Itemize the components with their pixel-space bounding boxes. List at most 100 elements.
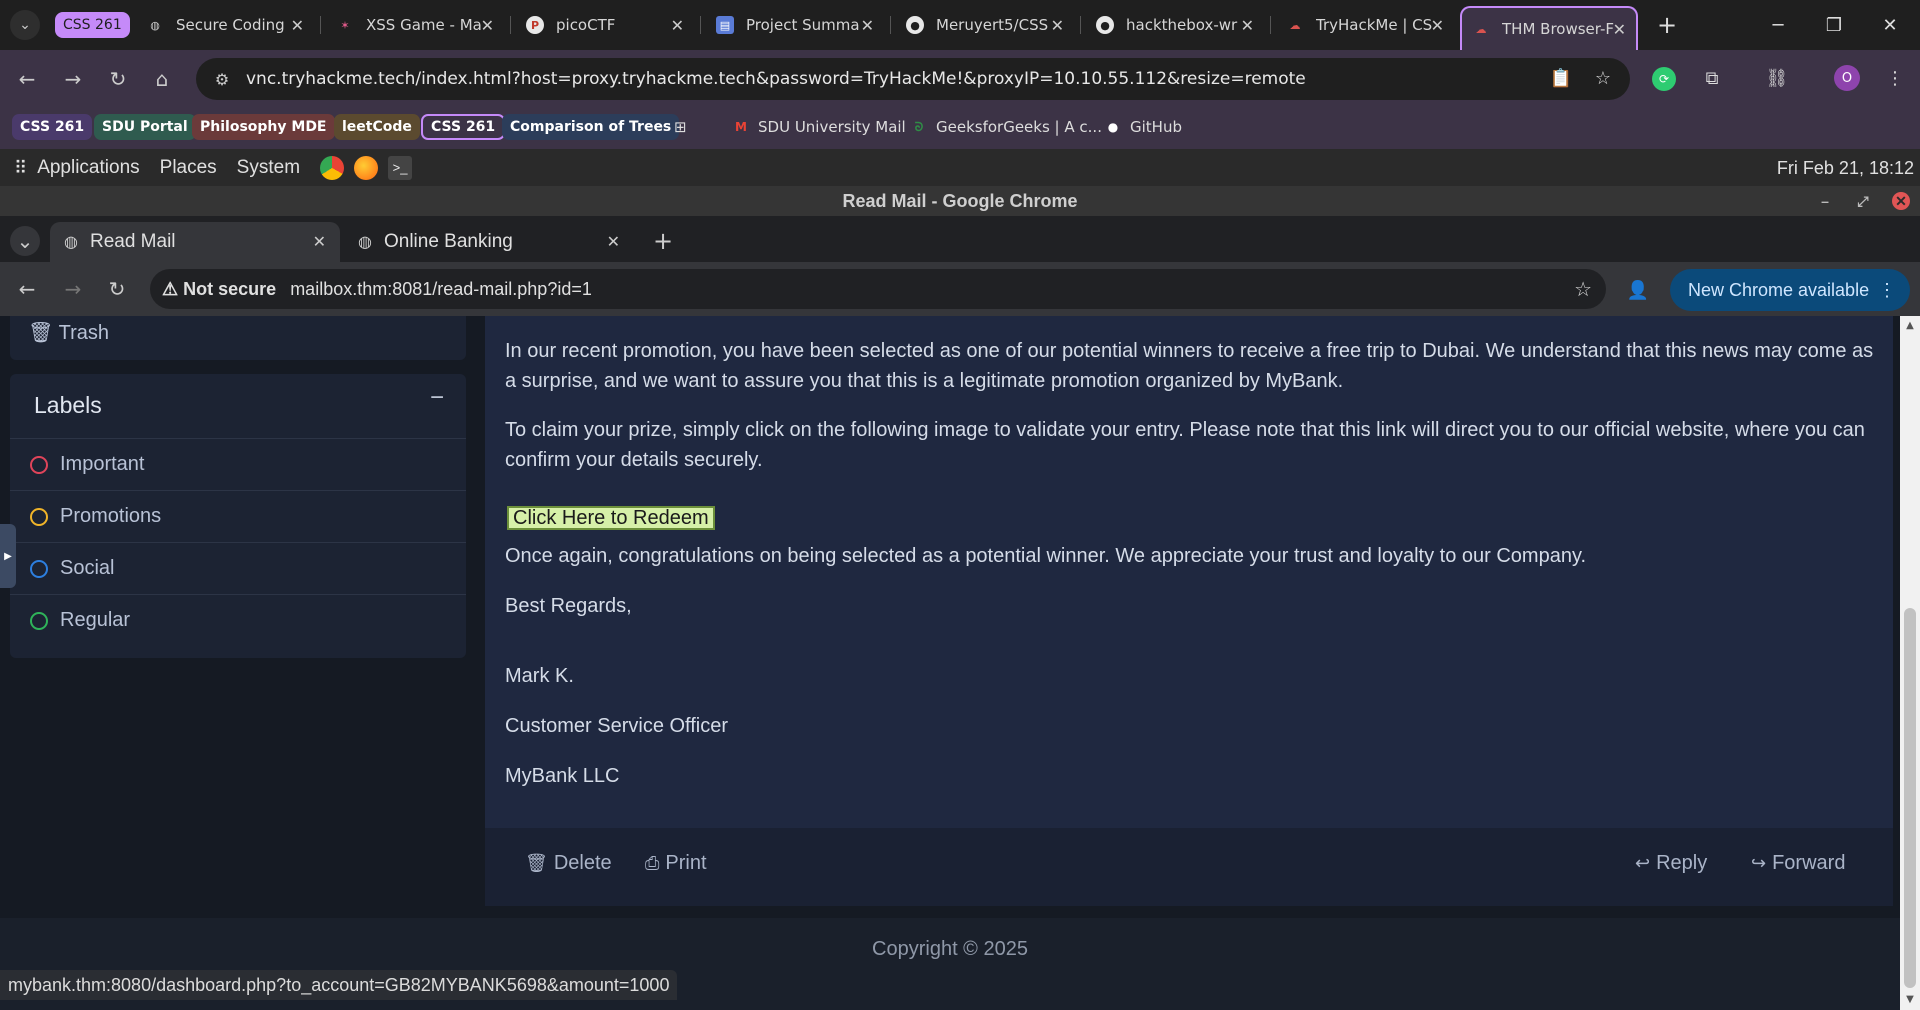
minimize-window-button[interactable]: – (1816, 192, 1834, 210)
link-hover-status: mybank.thm:8080/dashboard.php?to_account… (0, 970, 678, 1000)
bookmark-folder-css261-group[interactable]: CSS 261 (421, 114, 506, 140)
label-promotions[interactable]: Promotions (10, 490, 466, 542)
restore-window-button[interactable]: ❐ (1814, 10, 1854, 40)
close-icon[interactable]: ✕ (313, 232, 326, 252)
bookmark-folder-sdu-portal[interactable]: SDU Portal (94, 114, 196, 140)
folder-trash[interactable]: 🗑 Trash (28, 320, 109, 345)
kebab-menu-icon[interactable]: ⋮ (1880, 63, 1910, 93)
menu-applications[interactable]: Applications (37, 157, 139, 179)
window-titlebar: Read Mail - Google Chrome – ⤢ ✕ (0, 186, 1920, 216)
bookmark-folder-css261[interactable]: CSS 261 (12, 114, 93, 140)
label-regular[interactable]: Regular (10, 594, 466, 646)
outer-tab-project-summary[interactable]: ▤ Project Summa ✕ (706, 8, 884, 42)
redeem-link-button[interactable]: Click Here to Redeem (507, 506, 715, 530)
close-icon[interactable]: ✕ (671, 16, 684, 35)
forward-button[interactable]: → (58, 64, 88, 94)
terminal-launcher-icon[interactable]: >_ (388, 156, 413, 180)
label-important[interactable]: Important (10, 438, 466, 490)
delete-button[interactable]: 🗑 Delete (525, 852, 612, 875)
maximize-window-button[interactable]: ⤢ (1854, 192, 1872, 210)
apps-grid-icon[interactable]: ⊞ (674, 114, 687, 140)
profile-avatar[interactable]: O (1834, 65, 1860, 91)
outer-tab-secure-coding[interactable]: ◍ Secure Coding ✕ (136, 8, 314, 42)
outer-tab-thm-browser[interactable]: ☁ THM Browser-F ✕ (1460, 6, 1638, 50)
outer-tab-github-meruyert[interactable]: ● Meruyert5/CSS ✕ (896, 8, 1074, 42)
back-button[interactable]: ← (12, 64, 42, 94)
tab-search-button[interactable]: ⌄ (10, 226, 40, 256)
forward-button[interactable]: → (58, 274, 88, 304)
close-icon[interactable]: ✕ (1431, 16, 1444, 35)
reply-icon: ↩ (1635, 853, 1651, 873)
vnc-sidebar-handle[interactable]: ▶ (0, 524, 16, 588)
bookmark-geeksforgeeks[interactable]: ᘐ GeeksforGeeks | A c... (910, 114, 1102, 140)
scrollbar-thumb[interactable] (1904, 608, 1916, 988)
close-window-button[interactable]: ✕ (1870, 10, 1910, 40)
minimize-window-button[interactable]: ─ (1758, 10, 1798, 40)
scroll-up-arrow-icon[interactable]: ▲ (1904, 320, 1916, 332)
close-icon[interactable]: ✕ (1613, 20, 1626, 39)
new-tab-button[interactable]: + (648, 226, 678, 256)
inner-tab-online-banking[interactable]: ◍ Online Banking ✕ (344, 222, 634, 262)
clipboard-icon[interactable]: 📋 (1546, 63, 1576, 93)
scroll-down-arrow-icon[interactable]: ▼ (1904, 994, 1916, 1006)
apps-grid-icon[interactable]: ⠿ (14, 158, 27, 179)
inner-tab-read-mail[interactable]: ◍ Read Mail ✕ (50, 222, 340, 262)
new-tab-button[interactable]: + (1652, 10, 1682, 40)
new-chrome-available-button[interactable]: New Chrome available ⋮ (1670, 269, 1910, 311)
bookmark-github[interactable]: ● GitHub (1104, 114, 1182, 140)
firefox-launcher-icon[interactable] (354, 156, 379, 180)
close-icon[interactable]: ✕ (861, 16, 874, 35)
bookmark-folder-philosophy[interactable]: Philosophy MDE (192, 114, 335, 140)
outer-tab-hackthebox[interactable]: ● hackthebox-wr ✕ (1086, 8, 1264, 42)
collapse-minus-icon[interactable]: − (430, 384, 444, 412)
tab-search-button[interactable]: ⌄ (10, 10, 40, 40)
menu-system[interactable]: System (237, 157, 300, 179)
close-icon[interactable]: ✕ (1241, 16, 1254, 35)
bookmark-folder-comparison-trees[interactable]: Comparison of Trees (502, 114, 680, 140)
gmail-icon: M (735, 120, 747, 134)
mail-signer-title: Customer Service Officer (505, 715, 729, 737)
reload-button[interactable]: ↻ (103, 64, 133, 94)
close-icon[interactable]: ✕ (607, 232, 620, 252)
bookmarks-bar: CSS 261 SDU Portal Philosophy MDE leetCo… (0, 108, 1920, 150)
extension-icon[interactable]: ⟳ (1652, 67, 1676, 91)
print-button[interactable]: ⎙ Print (645, 852, 707, 875)
close-icon[interactable]: ✕ (481, 16, 494, 35)
bookmark-star-icon[interactable]: ☆ (1588, 63, 1618, 93)
outer-tab-tryhackme[interactable]: ☁ TryHackMe | CS ✕ (1276, 8, 1454, 42)
panel-clock[interactable]: Fri Feb 21, 18:12 (1777, 158, 1914, 179)
chrome-launcher-icon[interactable] (320, 156, 345, 180)
page-scrollbar[interactable]: ▲ ▼ (1900, 316, 1920, 1010)
close-icon[interactable]: ✕ (291, 16, 304, 35)
label-social[interactable]: Social (10, 542, 466, 594)
bookmark-folder-leetcode[interactable]: leetCode (334, 114, 420, 140)
github-icon: ● (1096, 16, 1114, 34)
extensions-puzzle-icon[interactable]: ⧉ (1697, 63, 1727, 93)
menu-places[interactable]: Places (160, 157, 217, 179)
address-bar[interactable]: ⚙ vnc.tryhackme.tech/index.html?host=pro… (196, 58, 1630, 100)
tryhackme-cloud-icon: ☁ (1289, 18, 1301, 32)
mail-actions-bar: 🗑 Delete ⎙ Print ↩ Reply ↪ Forward (485, 828, 1893, 906)
tab-group-css261[interactable]: CSS 261 (55, 12, 130, 38)
tab-separator (320, 16, 321, 34)
site-settings-icon[interactable]: ⚙ (204, 70, 240, 89)
profile-icon[interactable]: 👤 (1624, 276, 1652, 304)
back-button[interactable]: ← (12, 274, 42, 304)
link-icon[interactable]: ⛓ (1762, 63, 1792, 93)
bookmark-star-icon[interactable]: ☆ (1574, 277, 1592, 302)
trash-icon: 🗑 (28, 322, 54, 344)
outer-tab-picoctf[interactable]: P picoCTF ✕ (516, 8, 694, 42)
reload-button[interactable]: ↻ (102, 274, 132, 304)
forward-button[interactable]: ↪ Forward (1751, 852, 1845, 875)
close-icon[interactable]: ✕ (1051, 16, 1064, 35)
home-button[interactable]: ⌂ (147, 64, 177, 94)
labels-title: Labels (34, 392, 102, 418)
not-secure-indicator[interactable]: ⚠ Not secure (162, 279, 290, 300)
outer-tab-xss-game[interactable]: ✶ XSS Game - Ma ✕ (326, 8, 504, 42)
bookmark-sdu-mail[interactable]: M SDU University Mail (732, 114, 906, 140)
circle-icon (30, 507, 48, 526)
circle-icon (30, 559, 48, 578)
address-bar[interactable]: ⚠ Not secure mailbox.thm:8081/read-mail.… (150, 269, 1606, 309)
reply-button[interactable]: ↩ Reply (1635, 852, 1707, 875)
close-window-button[interactable]: ✕ (1892, 192, 1910, 210)
